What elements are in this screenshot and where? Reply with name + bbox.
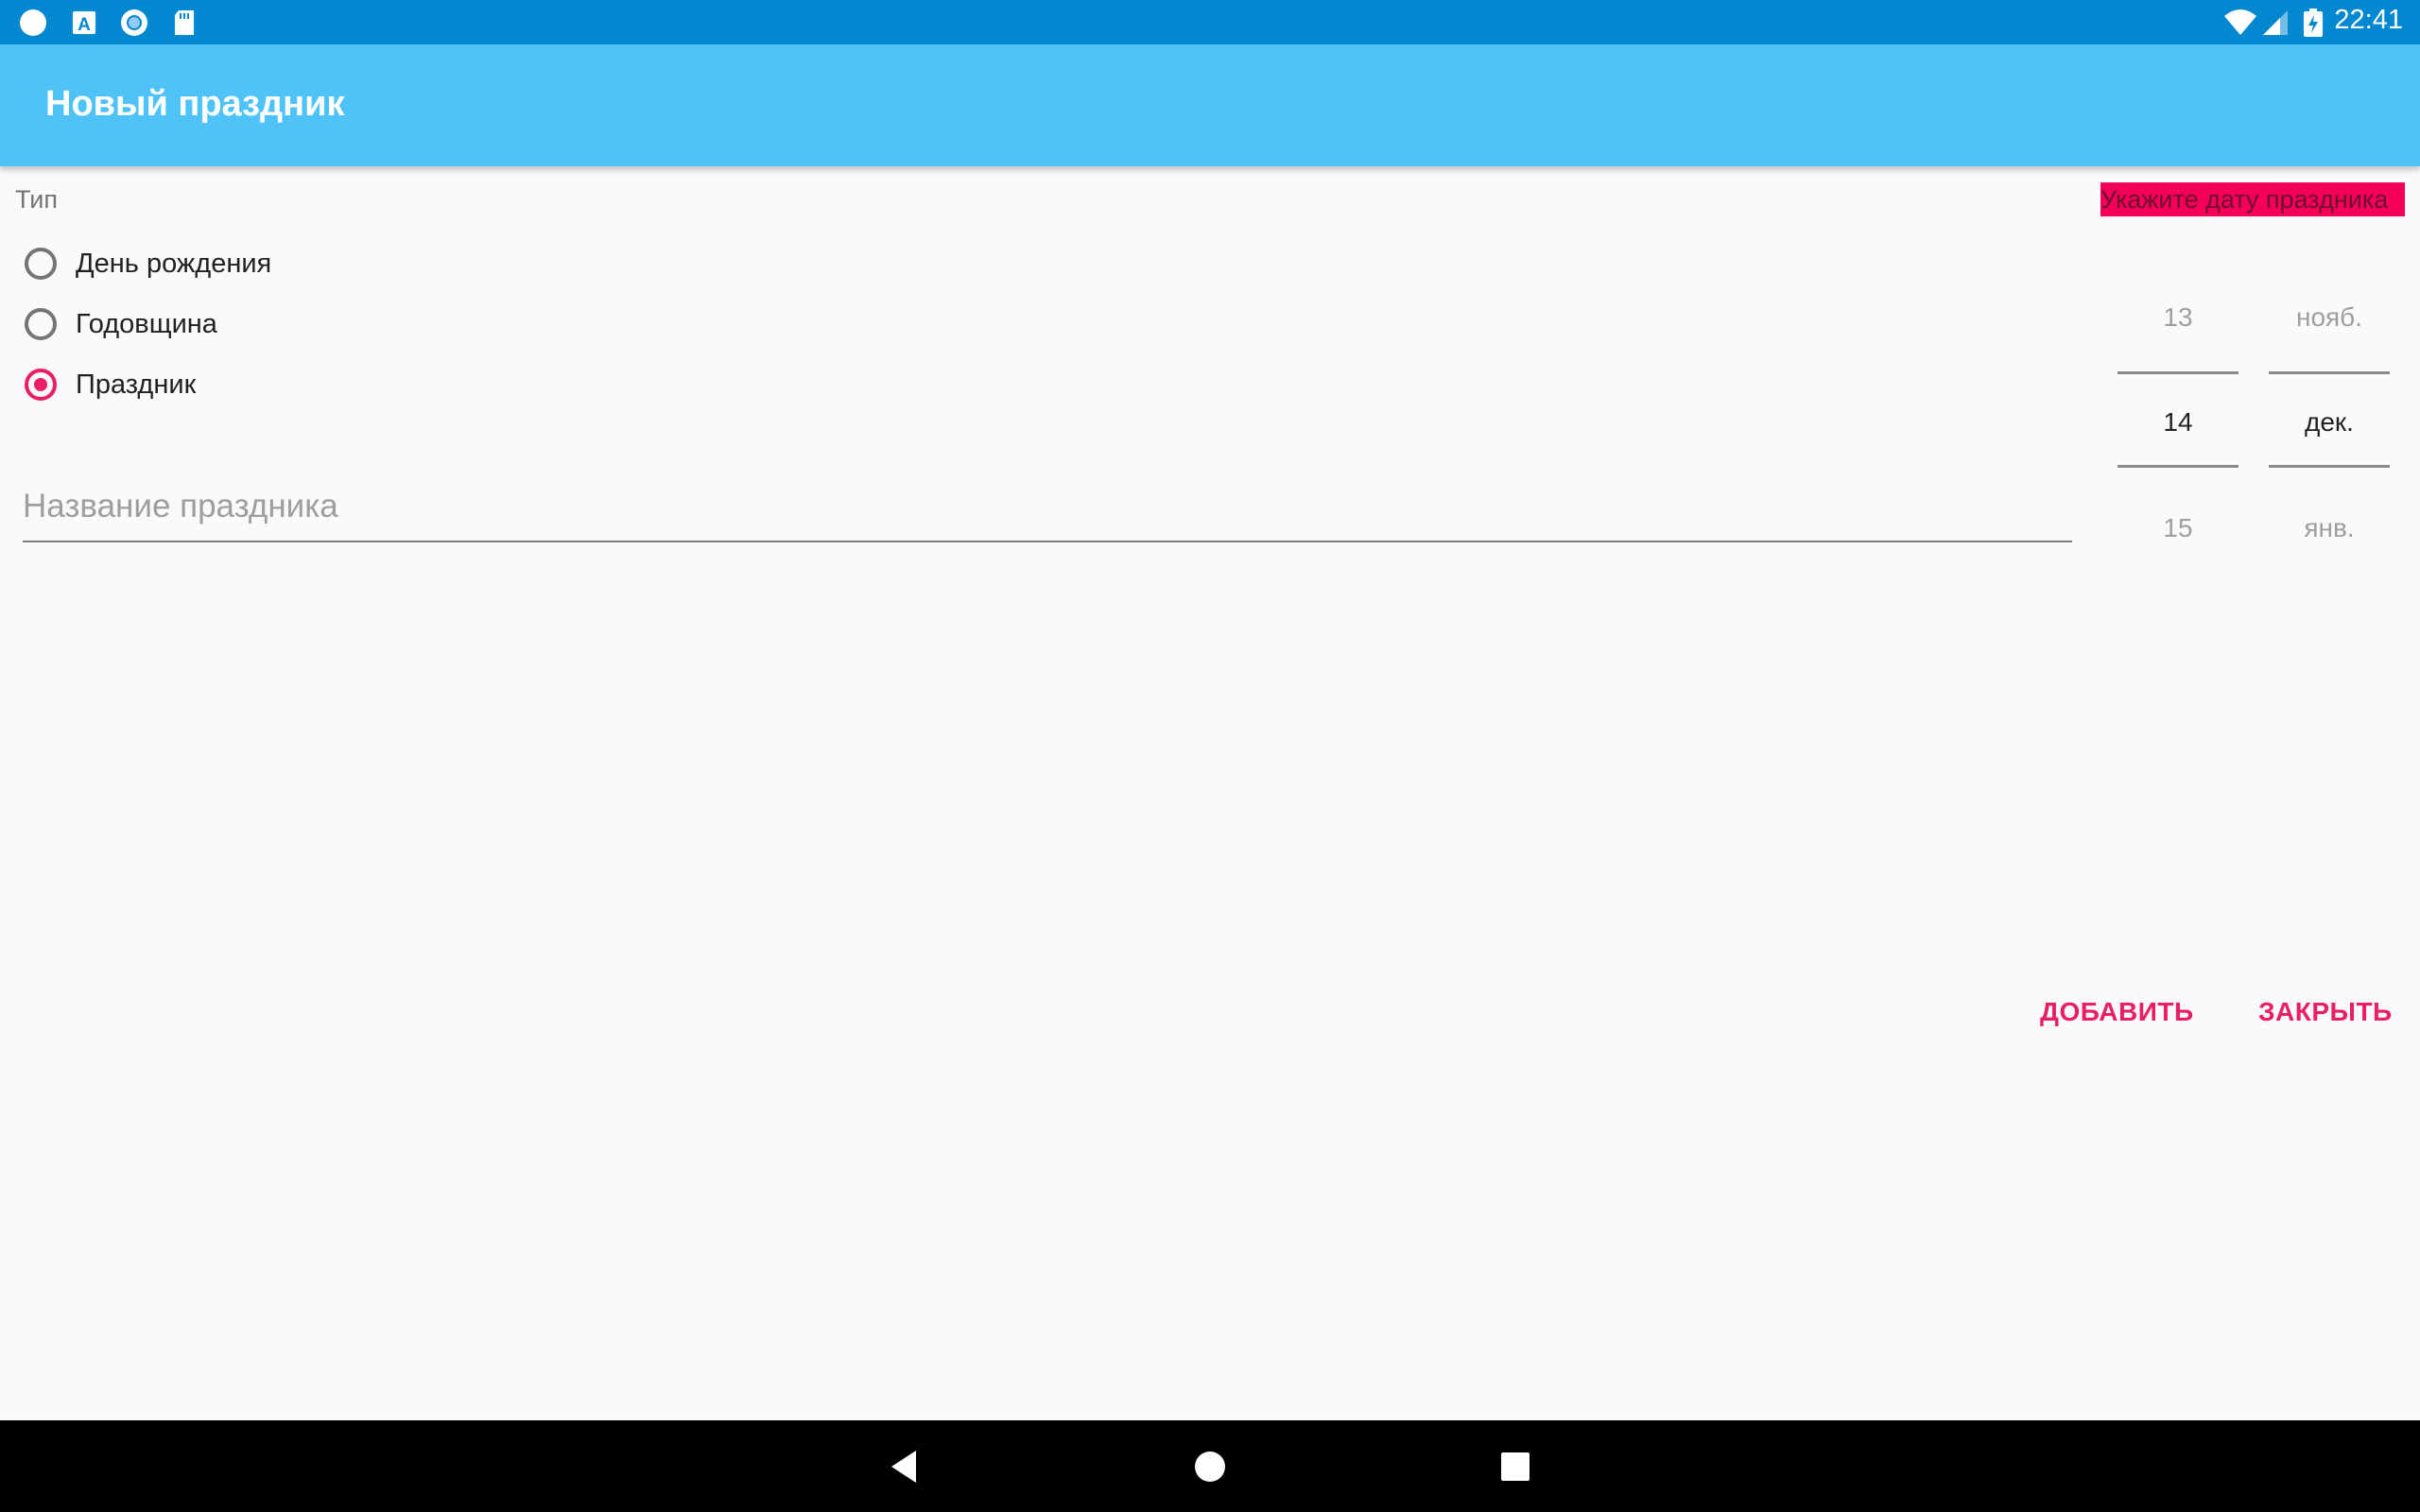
month-selected[interactable]: дек. [2269, 407, 2390, 438]
day-prev[interactable]: 13 [2118, 302, 2238, 333]
day-next[interactable]: 15 [2118, 513, 2238, 543]
status-bar: A 22:41 [0, 0, 2420, 44]
month-picker[interactable]: нояб. дек. янв. [2269, 284, 2390, 567]
record-icon [121, 9, 147, 36]
signal-icon [2263, 10, 2288, 35]
radio-option-anniversary[interactable]: Годовщина [25, 301, 217, 348]
radio-button-unchecked[interactable] [25, 248, 57, 280]
add-button[interactable]: ДОБАВИТЬ [2040, 997, 2194, 1027]
page-title: Новый праздник [45, 84, 345, 124]
day-selected[interactable]: 14 [2118, 407, 2238, 438]
font-a-icon: A [73, 11, 95, 35]
month-next[interactable]: янв. [2269, 513, 2390, 543]
close-button[interactable]: ЗАКРЫТЬ [2258, 997, 2393, 1027]
back-icon[interactable] [881, 1443, 928, 1490]
navigation-bar [0, 1420, 2420, 1512]
picker-divider [2269, 371, 2390, 374]
picker-divider [2118, 371, 2238, 374]
radio-label: Годовщина [76, 308, 217, 339]
radio-option-holiday[interactable]: Праздник [25, 361, 196, 408]
day-picker[interactable]: 13 14 15 [2118, 284, 2238, 567]
circle-icon [20, 9, 46, 36]
wifi-icon [2224, 9, 2256, 35]
holiday-name-input[interactable] [23, 472, 2072, 542]
recents-icon[interactable] [1492, 1443, 1539, 1490]
radio-label: День рождения [76, 248, 272, 279]
svg-text:A: A [78, 15, 91, 35]
sd-card-icon [175, 10, 194, 35]
date-hint-label: Укажите дату праздника [2100, 182, 2405, 216]
radio-option-birthday[interactable]: День рождения [25, 240, 271, 287]
picker-divider [2118, 465, 2238, 468]
app-bar: Новый праздник [0, 44, 2420, 166]
type-label: Тип [15, 185, 59, 214]
radio-label: Праздник [76, 369, 197, 400]
battery-charging-icon [2304, 9, 2323, 37]
clock-time: 22:41 [2334, 5, 2403, 35]
home-icon[interactable] [1186, 1443, 1234, 1490]
radio-button-unchecked[interactable] [25, 308, 57, 340]
picker-divider [2269, 465, 2390, 468]
radio-button-checked[interactable] [25, 369, 57, 401]
month-prev[interactable]: нояб. [2269, 302, 2390, 333]
